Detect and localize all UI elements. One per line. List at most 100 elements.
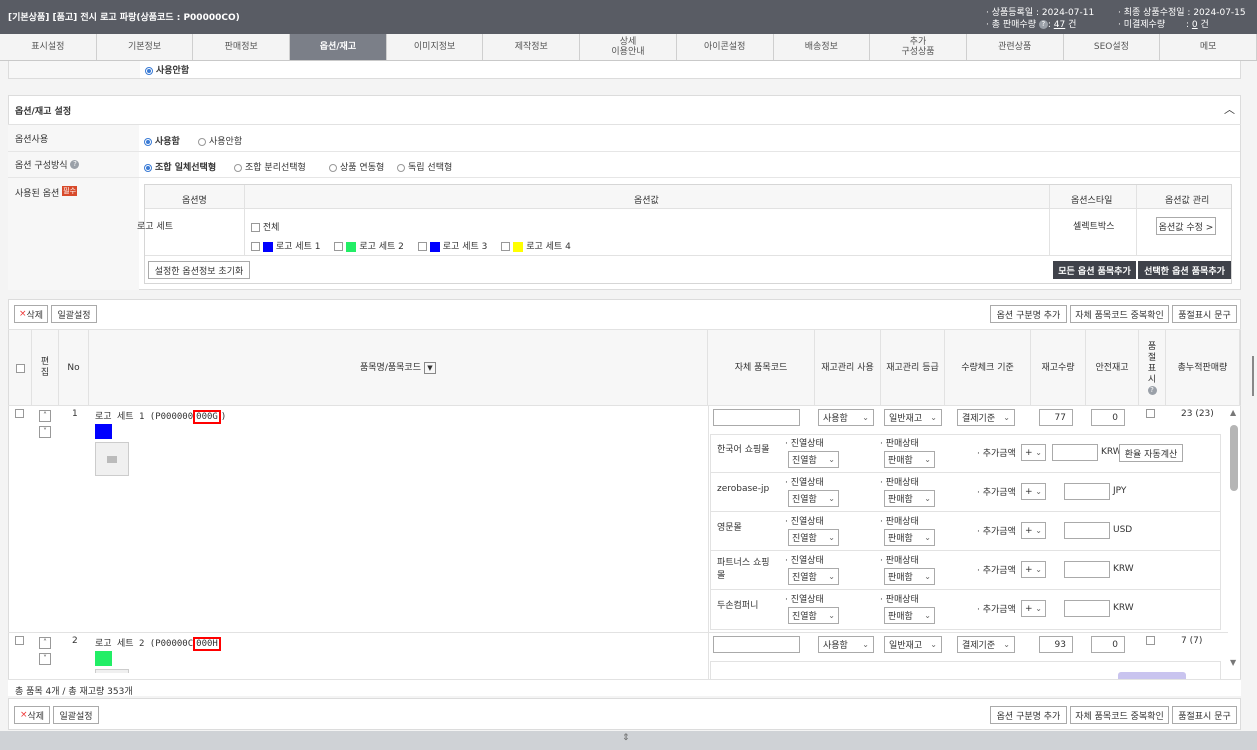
option-use-off[interactable]: 사용안함: [198, 134, 242, 147]
sale-status-select[interactable]: 판매함 ⌄: [884, 490, 935, 507]
stock-qty-input[interactable]: 93: [1039, 636, 1073, 653]
qty-check-select[interactable]: 결제기준 ⌄: [957, 636, 1015, 653]
help-icon[interactable]: ?: [1147, 385, 1157, 395]
own-code-input[interactable]: [713, 636, 800, 653]
option-use-on[interactable]: 사용함: [144, 134, 180, 147]
sign-select[interactable]: + ⌄: [1021, 483, 1046, 500]
compose-option-0[interactable]: 조합 일체선택형: [144, 160, 216, 173]
tab-4[interactable]: 이미지정보: [387, 34, 484, 60]
edit-option-values-button[interactable]: 옵션값 수정 >: [1156, 217, 1216, 235]
add-option-name-button-bottom[interactable]: 옵션 구분명 추가: [990, 706, 1067, 724]
tab-0[interactable]: 표시설정: [0, 34, 97, 60]
checkbox[interactable]: [15, 363, 25, 373]
image-placeholder-icon[interactable]: [95, 669, 129, 673]
delete-button-bottom[interactable]: × 삭제: [14, 706, 50, 724]
extra-amount-input[interactable]: [1064, 561, 1110, 578]
stock-use-select[interactable]: 사용함 ⌄: [818, 636, 874, 653]
add-all-items-button[interactable]: 모든 옵션 품목추가: [1053, 261, 1136, 279]
stock-grade-select[interactable]: 일반재고 ⌄: [884, 636, 942, 653]
sign-select[interactable]: + ⌄: [1021, 600, 1046, 617]
prev-radio-no[interactable]: 사용안함: [145, 63, 189, 76]
option-value-3[interactable]: 로고 세트 3: [417, 241, 487, 252]
tab-9[interactable]: 추가 구성상품: [870, 34, 967, 60]
display-status-select[interactable]: 진열함 ⌄: [788, 490, 839, 507]
scroll-down-icon[interactable]: ▼: [1230, 658, 1236, 667]
fx-calc-button[interactable]: 환율 자동계산: [1119, 444, 1183, 462]
checkbox[interactable]: [251, 223, 260, 232]
soldout-checkbox[interactable]: [1146, 409, 1155, 419]
scroll-up-icon[interactable]: ▲: [1230, 408, 1236, 417]
filter-icon[interactable]: ▼: [424, 362, 436, 374]
help-icon[interactable]: ?: [70, 160, 80, 169]
image-placeholder-icon[interactable]: [95, 442, 129, 476]
stock-use-select[interactable]: 사용함 ⌄: [818, 409, 874, 426]
extra-amount-input[interactable]: [1052, 444, 1098, 461]
checkbox[interactable]: [417, 242, 427, 251]
move-up-icon[interactable]: ˄: [39, 637, 51, 649]
batch-button-bottom[interactable]: 일괄설정: [53, 706, 99, 724]
radio-icon[interactable]: [397, 163, 405, 172]
qty-check-select[interactable]: 결제기준 ⌄: [957, 409, 1015, 426]
sale-status-select[interactable]: 판매함 ⌄: [884, 568, 935, 585]
stock-grade-select[interactable]: 일반재고 ⌄: [884, 409, 942, 426]
display-status-select[interactable]: 진열함 ⌄: [788, 568, 839, 585]
safe-stock-input[interactable]: 0: [1091, 636, 1125, 653]
batch-button[interactable]: 일괄설정: [51, 305, 97, 323]
extra-amount-input[interactable]: [1064, 483, 1110, 500]
safe-stock-input[interactable]: 0: [1091, 409, 1125, 426]
option-all[interactable]: 전체: [251, 220, 279, 233]
tab-3[interactable]: 옵션/재고: [290, 34, 387, 60]
compose-option-2[interactable]: 상품 연동형: [329, 160, 384, 173]
tab-2[interactable]: 판매정보: [193, 34, 291, 60]
checkbox[interactable]: [334, 242, 344, 251]
tab-12[interactable]: 메모: [1160, 34, 1257, 60]
checkbox[interactable]: [501, 242, 511, 251]
tab-10[interactable]: 관련상품: [967, 34, 1064, 60]
tab-8[interactable]: 배송정보: [774, 34, 871, 60]
sale-status-select[interactable]: 판매함 ⌄: [884, 529, 935, 546]
grid-scrollbar[interactable]: ▲ ▼: [1228, 408, 1240, 670]
help-icon[interactable]: ?: [1038, 20, 1048, 29]
stock-qty-input[interactable]: 77: [1039, 409, 1073, 426]
scroll-thumb[interactable]: [1230, 425, 1238, 491]
tab-5[interactable]: 제작정보: [483, 34, 581, 60]
soldout-checkbox[interactable]: [1146, 636, 1155, 646]
option-value-1[interactable]: 로고 세트 1: [251, 241, 320, 252]
tab-6[interactable]: 상세 이용안내: [580, 34, 677, 60]
sign-select[interactable]: + ⌄: [1021, 444, 1046, 461]
fx-calc-button-partial[interactable]: [1118, 672, 1186, 679]
own-code-input[interactable]: [713, 409, 800, 426]
move-up-icon[interactable]: ˄: [39, 410, 51, 422]
check-code-button[interactable]: 자체 품목코드 중복확인: [1070, 305, 1169, 323]
total-sales-link[interactable]: 47: [1054, 20, 1065, 30]
compose-option-1[interactable]: 조합 분리선택형: [234, 160, 306, 173]
tab-1[interactable]: 기본정보: [97, 34, 194, 60]
tab-11[interactable]: SEO설정: [1064, 34, 1161, 60]
display-status-select[interactable]: 진열함 ⌄: [788, 529, 839, 546]
option-value-4[interactable]: 로고 세트 4: [501, 241, 571, 252]
add-selected-items-button[interactable]: 선택한 옵션 품목추가: [1138, 261, 1231, 279]
move-down-icon[interactable]: ˅: [39, 426, 51, 438]
extra-amount-input[interactable]: [1064, 522, 1110, 539]
radio-icon[interactable]: [144, 137, 152, 146]
move-down-icon[interactable]: ˅: [39, 653, 51, 665]
check-code-button-bottom[interactable]: 자체 품목코드 중복확인: [1070, 706, 1169, 724]
soldout-text-button[interactable]: 품절표시 문구: [1172, 305, 1237, 323]
checkbox[interactable]: [251, 242, 260, 251]
reset-option-button[interactable]: 설정한 옵션정보 초기화: [148, 261, 250, 279]
resize-handle-icon[interactable]: ⇕: [622, 733, 630, 743]
display-status-select[interactable]: 진열함 ⌄: [788, 607, 839, 624]
page-scrollbar[interactable]: [1252, 356, 1254, 396]
resize-bar[interactable]: ⇕: [0, 731, 1257, 750]
sale-status-select[interactable]: 판매함 ⌄: [884, 607, 935, 624]
radio-icon[interactable]: [145, 66, 153, 75]
soldout-text-button-bottom[interactable]: 품절표시 문구: [1172, 706, 1237, 724]
compose-option-3[interactable]: 독립 선택형: [397, 160, 452, 173]
radio-icon[interactable]: [234, 163, 242, 172]
sale-status-select[interactable]: 판매함 ⌄: [884, 451, 935, 468]
tab-7[interactable]: 아이콘설정: [677, 34, 774, 60]
delete-button[interactable]: × 삭제: [14, 305, 48, 323]
radio-icon[interactable]: [144, 163, 152, 172]
option-value-2[interactable]: 로고 세트 2: [334, 241, 404, 252]
display-status-select[interactable]: 진열함 ⌄: [788, 451, 839, 468]
